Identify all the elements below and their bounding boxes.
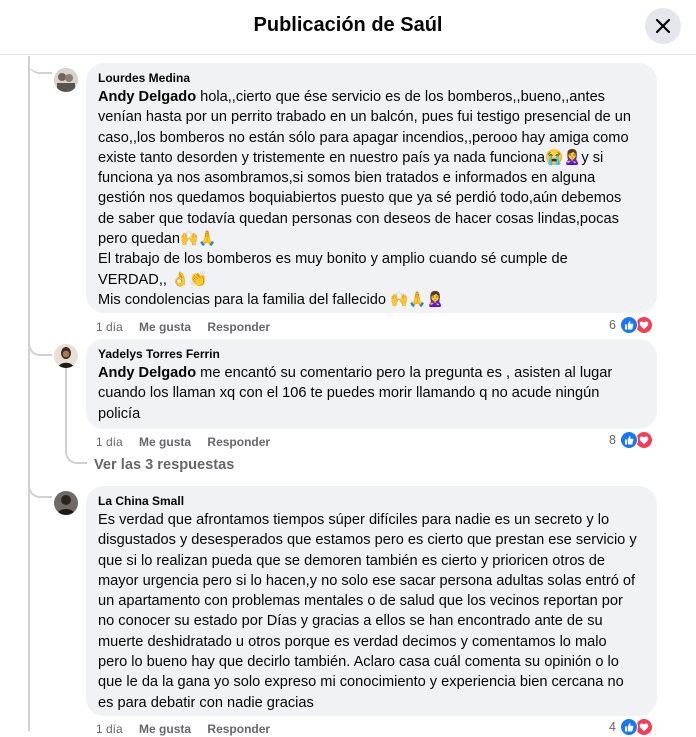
reply-button[interactable]: Responder bbox=[207, 721, 270, 737]
comment-bubble: La China Small Es verdad que afrontamos … bbox=[86, 486, 657, 716]
like-button[interactable]: Me gusta bbox=[139, 721, 191, 737]
reaction-count: 8 bbox=[609, 433, 616, 447]
thread-line bbox=[28, 56, 30, 731]
comment-text: Es verdad que afrontamos tiempos súper d… bbox=[98, 512, 637, 711]
avatar[interactable] bbox=[54, 344, 78, 368]
comment-time[interactable]: 1 día bbox=[96, 434, 123, 450]
close-button[interactable] bbox=[645, 8, 681, 44]
reply-button[interactable]: Responder bbox=[207, 434, 270, 450]
comment-author[interactable]: Lourdes Medina bbox=[98, 70, 645, 86]
reaction-count: 6 bbox=[609, 318, 616, 332]
avatar[interactable] bbox=[54, 491, 78, 515]
comment-author[interactable]: La China Small bbox=[98, 493, 645, 509]
mention-link[interactable]: Andy Delgado bbox=[98, 365, 196, 381]
comment-author[interactable]: Yadelys Torres Ferrin bbox=[98, 346, 645, 362]
reaction-summary[interactable]: 6 bbox=[609, 316, 653, 334]
like-reaction-icon bbox=[619, 431, 638, 449]
comment-actions: 1 día Me gusta Responder bbox=[96, 319, 283, 335]
comment-bubble: Yadelys Torres Ferrin Andy Delgado me en… bbox=[86, 339, 657, 429]
comment-actions: 1 día Me gusta Responder bbox=[96, 721, 283, 737]
mention-link[interactable]: Andy Delgado bbox=[98, 89, 196, 105]
like-button[interactable]: Me gusta bbox=[139, 434, 191, 450]
comment-actions: 1 día Me gusta Responder bbox=[96, 434, 283, 450]
reaction-summary[interactable]: 8 bbox=[609, 431, 653, 449]
comment-text: Andy Delgado me encantó su comentario pe… bbox=[98, 365, 613, 422]
reaction-summary[interactable]: 4 bbox=[609, 718, 653, 736]
reaction-count: 4 bbox=[609, 720, 616, 734]
like-button[interactable]: Me gusta bbox=[139, 319, 191, 335]
thread-connector bbox=[28, 478, 52, 498]
comment-time[interactable]: 1 día bbox=[96, 721, 123, 737]
like-reaction-icon bbox=[619, 316, 638, 334]
view-replies-link[interactable]: Ver las 3 respuestas bbox=[94, 457, 234, 473]
comment-text: Andy Delgado hola,,cierto que ése servic… bbox=[98, 89, 632, 308]
reply-button[interactable]: Responder bbox=[207, 319, 270, 335]
close-icon bbox=[655, 18, 671, 34]
reply-thread-connector bbox=[65, 440, 87, 464]
thread-connector bbox=[28, 56, 52, 74]
dialog-title: Publicación de Saúl bbox=[253, 14, 443, 36]
like-reaction-icon bbox=[619, 718, 638, 736]
comment-bubble: Lourdes Medina Andy Delgado hola,,cierto… bbox=[86, 63, 657, 313]
thread-connector bbox=[28, 336, 52, 356]
avatar[interactable] bbox=[54, 68, 78, 92]
comment-time[interactable]: 1 día bbox=[96, 319, 123, 335]
dialog-header: Publicación de Saúl bbox=[0, 0, 696, 55]
